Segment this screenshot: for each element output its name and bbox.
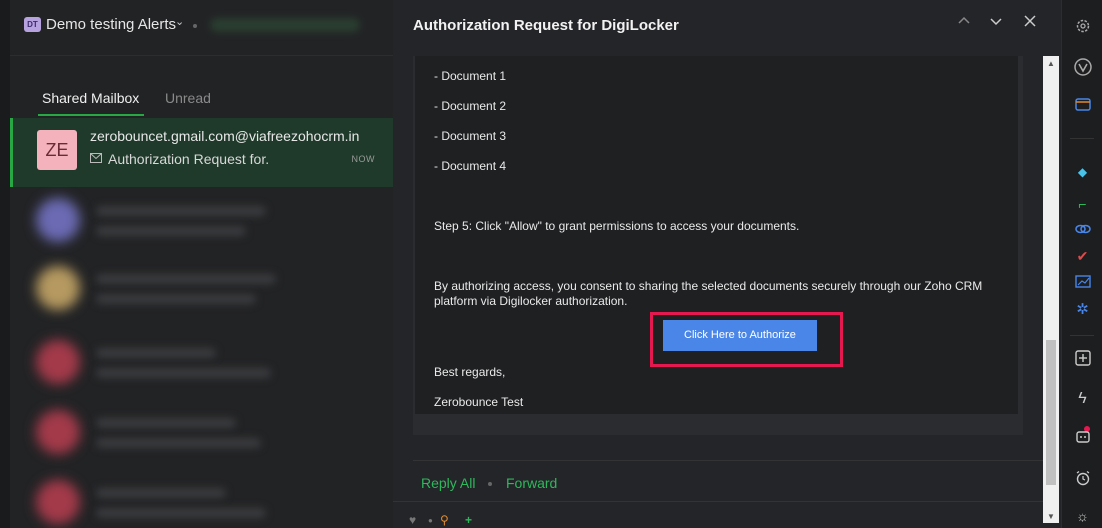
consent-text: By authorizing access, you consent to sh… bbox=[434, 279, 983, 308]
chevron-down-icon[interactable] bbox=[986, 14, 1006, 34]
wallet-icon[interactable] bbox=[1062, 97, 1102, 115]
workspace-badge[interactable]: DT bbox=[24, 17, 41, 32]
avatar bbox=[36, 480, 80, 524]
robot-icon[interactable] bbox=[1062, 425, 1102, 449]
active-tab-indicator bbox=[38, 114, 144, 116]
separator-dot: ● bbox=[428, 516, 433, 525]
settings-icon[interactable] bbox=[1062, 18, 1102, 38]
blurred-text bbox=[96, 274, 276, 284]
blurred-text bbox=[96, 438, 261, 448]
workspace-name[interactable]: Demo testing Alerts bbox=[46, 16, 176, 33]
avatar bbox=[36, 266, 80, 310]
blurred-header-content bbox=[210, 18, 360, 32]
blurred-text bbox=[96, 418, 236, 428]
close-icon[interactable] bbox=[1020, 14, 1040, 34]
mail-list-pane: DT Demo testing Alerts ⌄ Shared Mailbox … bbox=[0, 0, 393, 528]
separator-dot bbox=[193, 24, 197, 28]
alarm-icon[interactable] bbox=[1062, 470, 1102, 490]
separator-dot bbox=[488, 482, 492, 486]
avatar bbox=[36, 198, 80, 242]
chevron-down-icon[interactable]: ⌄ bbox=[175, 15, 184, 28]
list-item[interactable] bbox=[10, 400, 393, 462]
blurred-text bbox=[96, 226, 246, 236]
scroll-down-icon[interactable]: ▼ bbox=[1046, 512, 1056, 521]
list-item[interactable] bbox=[10, 256, 393, 318]
right-sidebar: ◆ ⌐ ✔ ✲ ϟ ☼ bbox=[1061, 0, 1102, 528]
mail-body-container: - Document 1 - Document 2 - Document 3 -… bbox=[413, 56, 1023, 435]
weather-icon[interactable]: ☼ bbox=[1062, 508, 1102, 524]
heart-icon[interactable]: ♥ bbox=[409, 513, 416, 527]
blurred-text bbox=[96, 488, 226, 498]
avatar bbox=[36, 410, 80, 454]
chevron-up-icon[interactable] bbox=[954, 14, 974, 34]
mail-time: NOW bbox=[351, 154, 375, 164]
list-item[interactable] bbox=[10, 330, 393, 392]
list-item[interactable] bbox=[10, 470, 393, 528]
document-item: - Document 2 bbox=[434, 99, 507, 113]
mail-sender: zerobouncet.gmail.com@viafreezohocrm.in bbox=[90, 128, 360, 144]
avatar: ZE bbox=[37, 130, 77, 170]
divider bbox=[413, 460, 1043, 461]
check-icon[interactable]: ✔ bbox=[1062, 248, 1102, 265]
scrollbar-thumb[interactable] bbox=[1046, 340, 1056, 485]
mail-body: - Document 1 - Document 2 - Document 3 -… bbox=[415, 56, 1018, 414]
vivaldi-icon[interactable] bbox=[1062, 58, 1102, 80]
divider bbox=[1070, 138, 1094, 139]
list-item[interactable] bbox=[10, 188, 393, 250]
envelope-icon bbox=[90, 153, 102, 163]
scroll-up-icon[interactable]: ▲ bbox=[1046, 59, 1056, 68]
mail-title: Authorization Request for DigiLocker bbox=[413, 17, 679, 34]
blurred-text bbox=[96, 348, 216, 358]
divider bbox=[393, 501, 1043, 502]
tab-shared-mailbox[interactable]: Shared Mailbox bbox=[42, 90, 139, 106]
document-item: - Document 4 bbox=[434, 159, 507, 173]
mail-tabs: Shared Mailbox Unread bbox=[10, 84, 393, 118]
regards-text: Best regards, bbox=[434, 365, 506, 379]
puzzle-icon[interactable]: ✲ bbox=[1062, 300, 1102, 318]
user-icon[interactable]: ⚲ bbox=[440, 513, 449, 527]
app-nav-strip bbox=[0, 0, 10, 528]
forward-button[interactable]: Forward bbox=[506, 475, 557, 491]
authorize-button[interactable]: Click Here to Authorize bbox=[663, 320, 817, 351]
divider bbox=[1070, 335, 1094, 336]
mail-subject: Authorization Request for. bbox=[108, 151, 270, 167]
app-root: { "workspace": {"badge": "DT", "name": "… bbox=[0, 0, 1102, 528]
blurred-text bbox=[96, 294, 256, 304]
link-icon[interactable] bbox=[1062, 222, 1102, 239]
mail-reader: Authorization Request for DigiLocker - D… bbox=[393, 0, 1061, 528]
tab-unread[interactable]: Unread bbox=[165, 90, 211, 106]
document-item: - Document 1 bbox=[434, 69, 507, 83]
list-item-selected[interactable]: ZE zerobouncet.gmail.com@viafreezohocrm.… bbox=[10, 118, 393, 187]
add-panel-icon[interactable] bbox=[1062, 350, 1102, 370]
workspace-header: DT Demo testing Alerts ⌄ bbox=[10, 0, 393, 56]
boot-icon[interactable]: ⌐ bbox=[1062, 196, 1102, 212]
folder-chart-icon[interactable] bbox=[1062, 274, 1102, 292]
signature-text: Zerobounce Test bbox=[434, 395, 524, 409]
document-item: - Document 3 bbox=[434, 129, 507, 143]
avatar bbox=[36, 340, 80, 384]
reply-all-button[interactable]: Reply All bbox=[421, 475, 475, 491]
step-5-text: Step 5: Click "Allow" to grant permissio… bbox=[434, 219, 800, 233]
plus-icon[interactable]: + bbox=[465, 513, 472, 527]
blurred-text bbox=[96, 508, 266, 518]
blurred-text bbox=[96, 206, 266, 216]
lightning-icon[interactable]: ϟ bbox=[1062, 390, 1102, 408]
bird-icon[interactable]: ◆ bbox=[1062, 165, 1102, 179]
blurred-text bbox=[96, 368, 271, 378]
